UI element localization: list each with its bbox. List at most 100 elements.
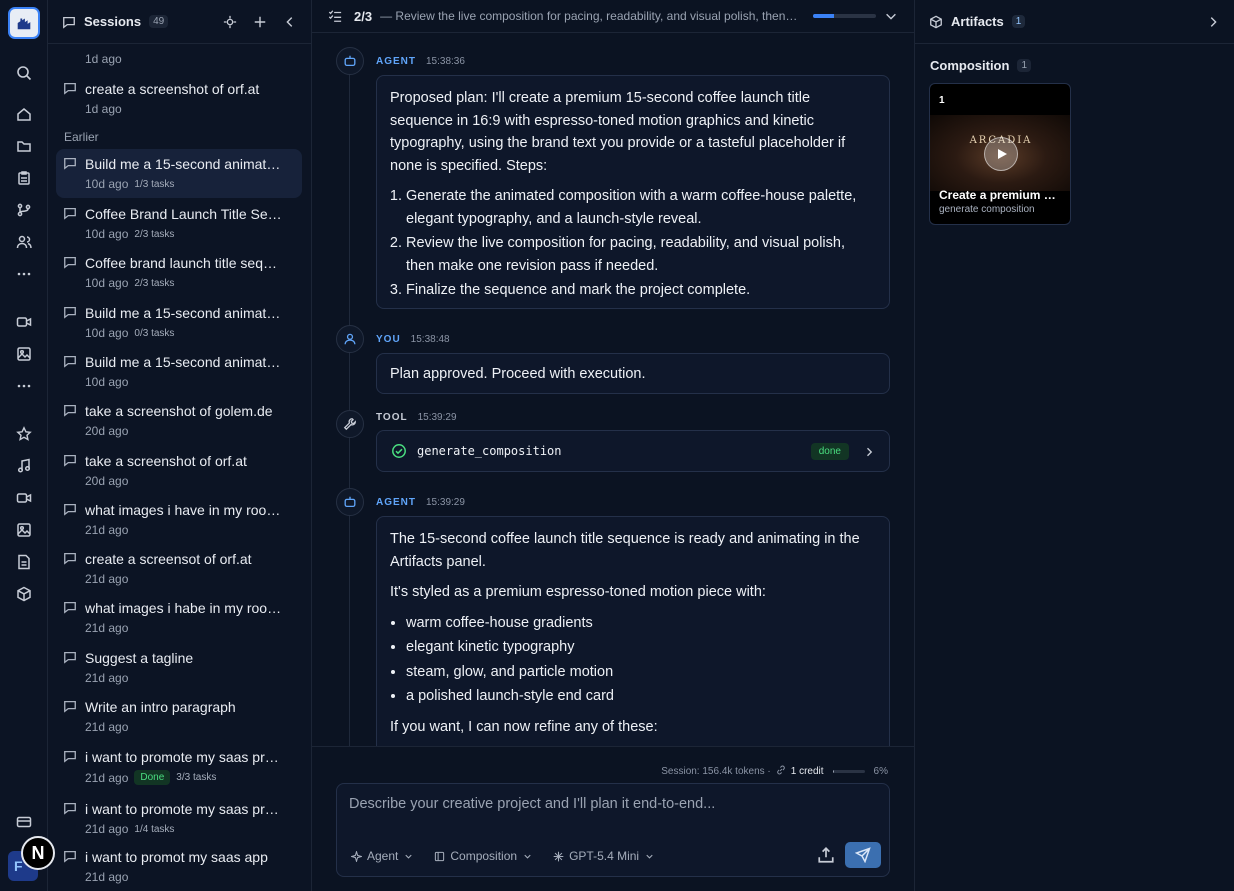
- star-icon[interactable]: [14, 424, 34, 444]
- artifact-thumbnail[interactable]: ARCADIA: [930, 115, 1070, 191]
- music-icon[interactable]: [14, 456, 34, 476]
- image-icon[interactable]: [14, 344, 34, 364]
- session-item[interactable]: i want to promote my saas product 21d ago…: [56, 742, 302, 791]
- app-logo[interactable]: [8, 7, 40, 39]
- message-role: YOU 15:38:48: [376, 334, 450, 345]
- chat-icon: [63, 749, 77, 763]
- reply-bullet: steam, glow, and particle motion: [406, 661, 876, 684]
- session-title: take a screenshot of golem.de: [85, 403, 273, 419]
- artifact-number: 1: [939, 95, 945, 106]
- chat-icon: [63, 255, 77, 269]
- search-icon[interactable]: [14, 63, 34, 83]
- mode-select[interactable]: Agent: [351, 849, 414, 863]
- model-select[interactable]: GPT-5.4 Mini: [553, 849, 655, 863]
- session-tasks: 3/3 tasks: [176, 772, 217, 783]
- session-item[interactable]: Build me a 15-second animated coffee bra…: [56, 347, 302, 396]
- task-header: 2/3 — Review the live composition for pa…: [312, 0, 914, 33]
- artifacts-header: Artifacts 1: [915, 0, 1234, 44]
- plan-step: Finalize the sequence and mark the proje…: [406, 279, 876, 302]
- chat-icon: [63, 81, 77, 95]
- more-icon[interactable]: [14, 264, 34, 284]
- artifacts-panel: Artifacts 1 Composition 1 1 ARCADIA Crea…: [914, 0, 1234, 891]
- section-title: Composition: [930, 58, 1010, 73]
- user-avatar[interactable]: N: [21, 836, 55, 870]
- plan-steps: Generate the animated composition with a…: [390, 185, 876, 302]
- chat-icon: [63, 206, 77, 220]
- session-item[interactable]: create a screenshot of orf.at 1d ago: [56, 74, 302, 123]
- session-title: Coffee brand launch title sequence: [85, 255, 284, 271]
- session-title: Build me a 15-second animated coffee bra…: [85, 305, 284, 321]
- current-task: — Review the live composition for pacing…: [380, 9, 799, 23]
- upload-icon[interactable]: [817, 846, 835, 864]
- section-count: 1: [1017, 59, 1031, 72]
- session-age: 21d ago: [85, 621, 129, 635]
- send-button[interactable]: [845, 842, 881, 868]
- composer-placeholder[interactable]: Describe your creative project and I'll …: [349, 796, 715, 812]
- session-item[interactable]: Coffee Brand Launch Title Sequence 10d ag…: [56, 199, 302, 248]
- credit-count: 1 credit: [790, 766, 824, 777]
- chat-icon: [63, 403, 77, 417]
- billing-icon[interactable]: [14, 812, 34, 832]
- session-title: Build me a 15-second animated coffee bra…: [85, 354, 284, 370]
- composition-section: Composition 1: [930, 58, 1031, 73]
- session-age: 21d ago: [85, 770, 129, 785]
- artifacts-count: 1: [1011, 15, 1026, 28]
- session-title: i want to promote my saas product: [85, 749, 284, 765]
- session-item[interactable]: Suggest a tagline 21d ago: [56, 643, 302, 692]
- type-select[interactable]: Composition: [434, 849, 533, 863]
- session-title: Write an intro paragraph: [85, 699, 236, 715]
- users-icon[interactable]: [14, 232, 34, 252]
- gallery-icon[interactable]: [14, 520, 34, 540]
- cube-icon[interactable]: [14, 584, 34, 604]
- chat-icon: [63, 502, 77, 516]
- session-item[interactable]: create a screensot of orf.at 21d ago: [56, 544, 302, 593]
- session-age: 21d ago: [85, 671, 129, 685]
- user-icon: [336, 325, 364, 353]
- message-role: AGENT 15:38:36: [376, 56, 465, 67]
- chevron-down-icon[interactable]: [884, 9, 898, 23]
- reply-bullet: warm coffee-house gradients: [406, 612, 876, 635]
- document-icon[interactable]: [14, 552, 34, 572]
- session-title: create a screenshot of orf.at: [85, 81, 260, 97]
- checklist-icon[interactable]: [328, 9, 342, 23]
- tool-call-card[interactable]: generate_composition done: [376, 430, 890, 472]
- branch-icon[interactable]: [14, 200, 34, 220]
- agent-message: Proposed plan: I'll create a premium 15-…: [376, 75, 890, 309]
- agent-icon: [336, 47, 364, 75]
- session-title: Build me a 15-second animated coffee bra…: [85, 156, 284, 172]
- home-icon[interactable]: [14, 104, 34, 124]
- camera-icon[interactable]: [14, 488, 34, 508]
- task-fraction: 2/3: [354, 8, 373, 24]
- play-icon[interactable]: [984, 137, 1018, 171]
- message-thread[interactable]: AGENT 15:38:36 Proposed plan: I'll create…: [312, 33, 914, 746]
- session-title: i want to promote my saas product: [85, 801, 284, 817]
- clipboard-icon[interactable]: [14, 168, 34, 188]
- session-title: create a screensot of orf.at: [85, 551, 252, 567]
- session-item[interactable]: Coffee brand launch title sequence 10d ag…: [56, 248, 302, 297]
- session-item[interactable]: what images i habe in my root folder 21d …: [56, 593, 302, 642]
- chevron-right-icon[interactable]: [863, 445, 875, 457]
- message-role: AGENT 15:39:29: [376, 497, 465, 508]
- composer-input[interactable]: Describe your creative project and I'll …: [336, 783, 890, 877]
- session-age: 10d ago: [85, 227, 129, 241]
- chevron-right-icon[interactable]: [1206, 15, 1220, 29]
- session-item[interactable]: Write an intro paragraph 21d ago: [56, 692, 302, 741]
- reply-paragraph: The 15-second coffee launch title sequen…: [390, 531, 860, 570]
- reply-bullets: warm coffee-house gradients elegant kine…: [390, 612, 876, 708]
- session-age: 10d ago: [85, 276, 129, 290]
- session-item[interactable]: what images i have in my root folder 21d …: [56, 495, 302, 544]
- artifact-card[interactable]: 1 ARCADIA Create a premium 15-second cof…: [929, 83, 1071, 225]
- more-icon-2[interactable]: [14, 376, 34, 396]
- chat-icon: [63, 551, 77, 565]
- session-title: take a screenshot of orf.at: [85, 453, 247, 469]
- artifacts-title: Artifacts: [951, 14, 1004, 29]
- session-item[interactable]: take a screenshot of orf.at 20d ago: [56, 446, 302, 495]
- session-item[interactable]: Build me a 15-second animated coffee bra…: [56, 149, 302, 198]
- session-item[interactable]: i want to promot my saas app 21d ago: [56, 842, 302, 891]
- folder-icon[interactable]: [14, 136, 34, 156]
- session-item[interactable]: 1d ago: [56, 24, 302, 73]
- session-item[interactable]: Build me a 15-second animated coffee bra…: [56, 298, 302, 347]
- session-item[interactable]: take a screenshot of golem.de 20d ago: [56, 396, 302, 445]
- video-icon[interactable]: [14, 312, 34, 332]
- session-item[interactable]: i want to promote my saas product 21d ago…: [56, 794, 302, 843]
